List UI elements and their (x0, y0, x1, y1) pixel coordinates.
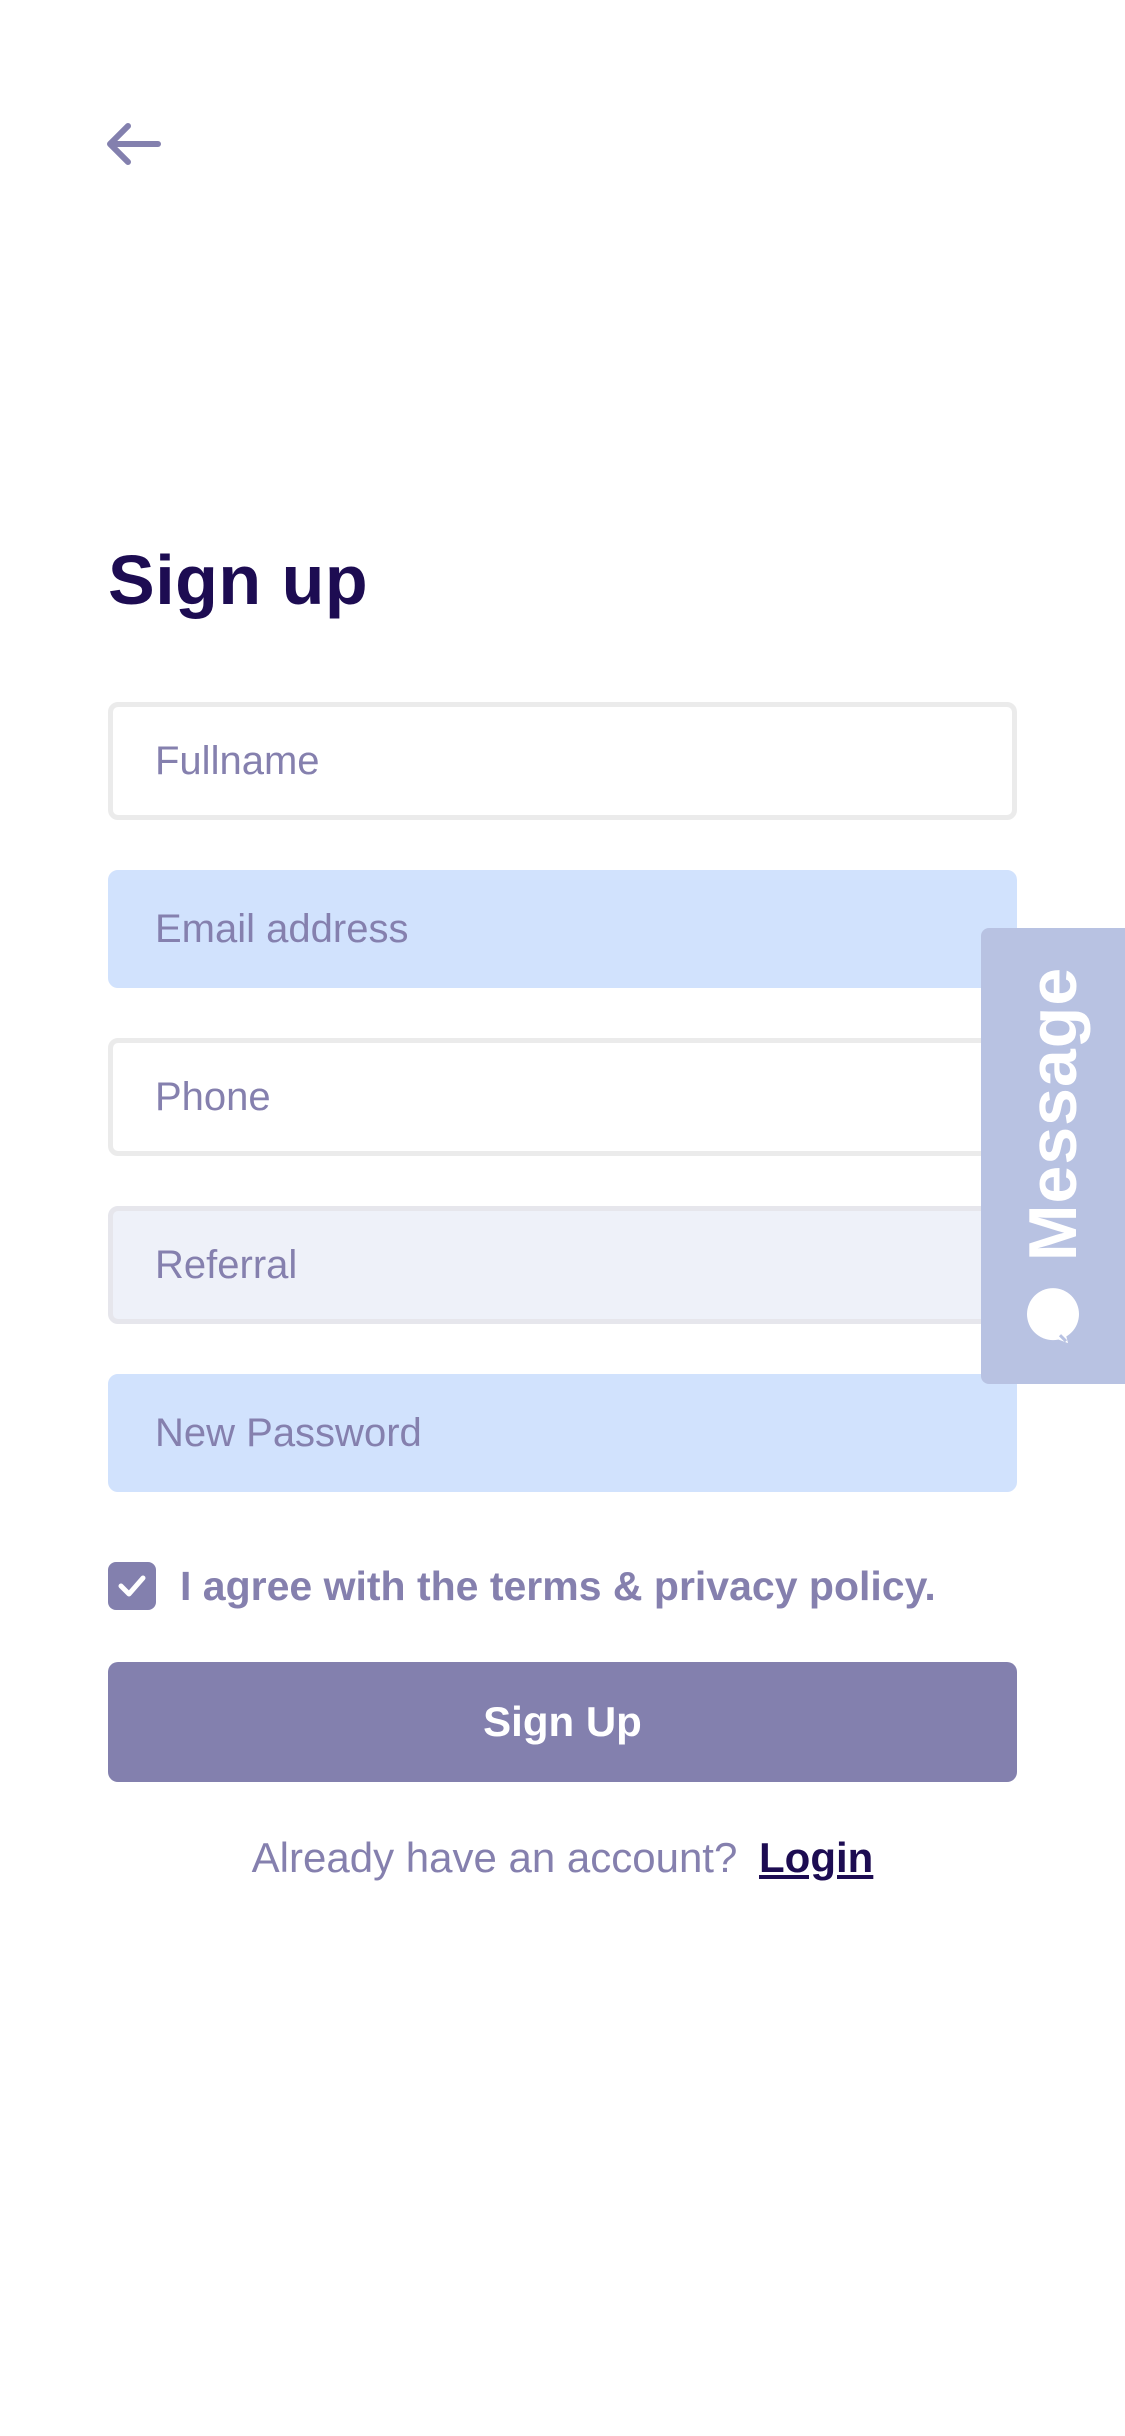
login-prompt-text: Already have an account? (251, 1834, 738, 1881)
new-password-input[interactable] (108, 1374, 1017, 1492)
back-button[interactable] (100, 114, 164, 174)
arrow-left-icon (107, 123, 161, 165)
login-link[interactable]: Login (759, 1834, 873, 1881)
agree-checkbox[interactable] (108, 1562, 156, 1610)
phone-input[interactable] (108, 1038, 1017, 1156)
agree-terms-row: I agree with the terms & privacy policy. (108, 1562, 936, 1610)
fullname-input[interactable] (108, 702, 1017, 820)
email-input[interactable] (108, 870, 1017, 988)
message-tab-content: Message (1014, 967, 1092, 1345)
page-title: Sign up (108, 541, 369, 619)
chat-bubble-icon (1027, 1288, 1079, 1344)
referral-input[interactable] (108, 1206, 1017, 1324)
message-tab-label: Message (1015, 966, 1091, 1262)
agree-terms-label: I agree with the terms & privacy policy. (180, 1562, 936, 1609)
message-tab[interactable]: Message (981, 928, 1125, 1384)
login-prompt-row: Already have an account? Login (0, 1834, 1125, 1882)
sign-up-button[interactable]: Sign Up (108, 1662, 1017, 1782)
signup-screen: Sign up I agree with the terms & privacy… (0, 0, 1125, 2436)
check-icon (118, 1575, 146, 1597)
